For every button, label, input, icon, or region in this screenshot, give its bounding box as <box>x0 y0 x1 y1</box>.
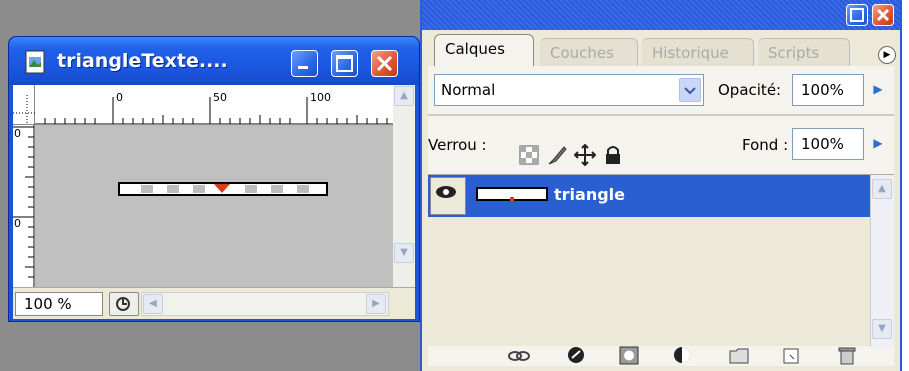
lock-all-icon[interactable] <box>602 144 624 166</box>
horizontal-ruler: 0 50 100 <box>35 85 393 125</box>
palette-title-bar[interactable] <box>422 0 900 30</box>
maximize-icon <box>336 55 353 72</box>
ruler-label: 50 <box>213 91 227 104</box>
document-vertical-scrollbar[interactable]: ▲ ▼ <box>393 85 415 287</box>
delete-layer-icon[interactable] <box>836 346 858 366</box>
link-icon[interactable] <box>508 346 530 366</box>
divider <box>428 114 894 116</box>
minimize-icon <box>298 66 308 69</box>
layer-name: triangle <box>554 185 625 204</box>
ruler-label: 0 <box>14 217 21 230</box>
ruler-label: 100 <box>310 91 331 104</box>
layer-row[interactable]: triangle <box>428 175 870 217</box>
ruler-label: 0 <box>14 127 21 140</box>
navigator-button[interactable] <box>109 292 139 316</box>
palette-close-button[interactable] <box>872 4 894 26</box>
minimize-button[interactable] <box>291 50 318 77</box>
blend-mode-value: Normal <box>441 81 496 99</box>
opacity-field[interactable]: 100% <box>792 74 864 106</box>
fill-label: Fond : <box>742 136 789 154</box>
layer-list-scrollbar[interactable]: ▲ ▼ <box>870 175 894 347</box>
visibility-toggle[interactable] <box>430 177 466 215</box>
layer-list: triangle ▲ ▼ <box>428 174 894 347</box>
image-content <box>118 182 328 196</box>
blend-mode-select[interactable]: Normal <box>434 74 704 106</box>
close-icon <box>876 8 890 22</box>
tab-historique[interactable]: Historique <box>642 38 754 66</box>
layer-style-icon[interactable] <box>566 346 588 366</box>
scroll-down-arrow[interactable]: ▼ <box>872 319 892 339</box>
tab-scripts[interactable]: Scripts <box>758 38 850 66</box>
layers-controls: Normal Opacité: 100% ▶ Verrou : Fond : 1… <box>428 66 894 366</box>
zoom-field[interactable]: 100 % <box>15 292 103 316</box>
adjustment-layer-icon[interactable] <box>672 346 694 366</box>
palette-tabs: Calques Couches Historique Scripts ▶ <box>422 30 900 66</box>
close-button[interactable] <box>371 50 398 77</box>
ruler-origin[interactable] <box>13 85 35 125</box>
lock-label: Verrou : <box>428 136 487 154</box>
fill-arrow-icon[interactable]: ▶ <box>864 128 892 160</box>
lock-transparency-icon[interactable] <box>518 144 540 166</box>
vertical-ruler-ticks <box>13 125 34 287</box>
lock-position-icon[interactable] <box>574 144 596 166</box>
lock-pixels-icon[interactable] <box>546 144 568 166</box>
ruler-label: 0 <box>116 91 123 104</box>
document-horizontal-scrollbar[interactable]: ◀ ▶ <box>141 292 389 316</box>
maximize-button[interactable] <box>331 50 358 77</box>
layer-thumbnail <box>476 187 548 201</box>
opacity-label: Opacité: <box>718 81 782 99</box>
tab-couches[interactable]: Couches <box>540 38 638 66</box>
scroll-right-arrow[interactable]: ▶ <box>366 294 386 314</box>
vertical-ruler: 0 0 <box>13 125 35 287</box>
palette-bottom-toolbar <box>428 346 894 366</box>
document-status-bar: 100 % ◀ ▶ <box>13 287 415 319</box>
close-icon <box>376 55 393 72</box>
fill-field[interactable]: 100% <box>792 128 864 160</box>
scroll-down-arrow[interactable]: ▼ <box>394 243 414 263</box>
document-window[interactable]: triangleTexte.... 0 50 100 0 0 ▲ ▼ 100 %… <box>8 36 420 322</box>
scroll-up-arrow[interactable]: ▲ <box>394 86 414 106</box>
navigator-icon <box>116 297 130 311</box>
tab-calques[interactable]: Calques <box>434 34 534 66</box>
opacity-arrow-icon[interactable]: ▶ <box>864 74 892 106</box>
scroll-up-arrow[interactable]: ▲ <box>872 179 892 199</box>
minimize-icon <box>850 8 864 22</box>
layers-palette[interactable]: Calques Couches Historique Scripts ▶ Nor… <box>420 0 902 371</box>
palette-minimize-button[interactable] <box>846 4 868 26</box>
document-title-bar[interactable]: triangleTexte.... <box>9 37 419 85</box>
new-layer-icon[interactable] <box>780 346 802 366</box>
eye-icon <box>436 186 456 198</box>
document-canvas[interactable] <box>36 126 393 287</box>
document-title: triangleTexte.... <box>57 50 228 72</box>
palette-menu-button[interactable]: ▶ <box>878 46 896 64</box>
document-body: 0 50 100 0 0 ▲ ▼ 100 % ◀ ▶ <box>13 85 415 319</box>
scroll-left-arrow[interactable]: ◀ <box>143 294 163 314</box>
mask-icon[interactable] <box>618 346 640 366</box>
document-icon <box>25 50 45 74</box>
new-group-icon[interactable] <box>728 346 750 366</box>
chevron-down-icon[interactable] <box>679 78 701 102</box>
